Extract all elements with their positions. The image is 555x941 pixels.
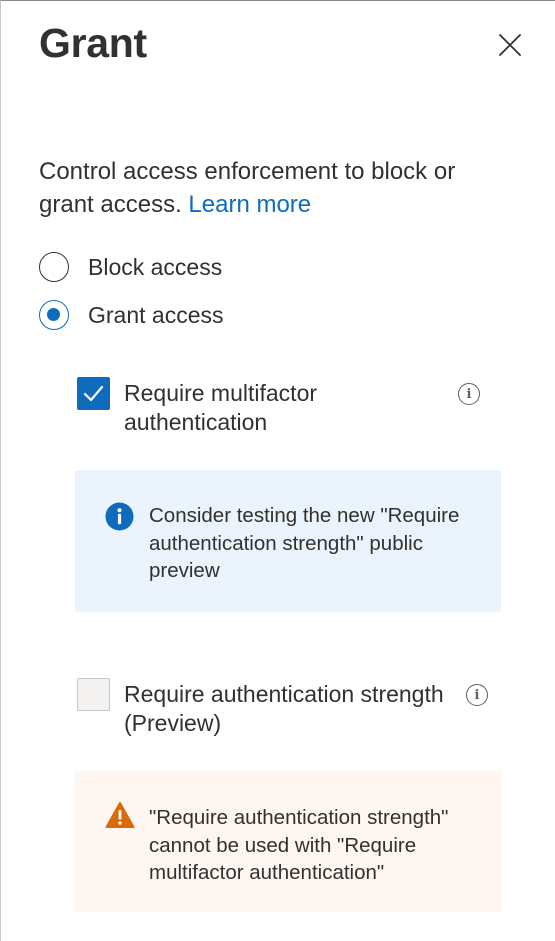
radio-grant-access[interactable]: Grant access xyxy=(39,300,224,330)
info-message-text: Consider testing the new "Require authen… xyxy=(149,504,460,582)
radio-label: Block access xyxy=(88,253,223,280)
radio-block-access[interactable]: Block access xyxy=(39,252,222,282)
info-circle-icon[interactable]: i xyxy=(466,684,488,706)
auth-strength-checkbox[interactable] xyxy=(77,678,110,711)
warning-icon xyxy=(105,802,135,828)
close-button[interactable] xyxy=(492,27,528,63)
close-icon xyxy=(499,34,521,56)
mfa-checkbox[interactable] xyxy=(77,377,110,410)
learn-more-link[interactable]: Learn more xyxy=(188,191,311,218)
info-circle-icon[interactable]: i xyxy=(458,383,480,405)
warning-message-text: "Require authentication strength" cannot… xyxy=(149,806,449,884)
radio-circle[interactable] xyxy=(39,300,69,330)
info-filled-icon xyxy=(105,502,134,531)
radio-circle[interactable] xyxy=(39,252,69,282)
panel-title: Grant xyxy=(39,20,147,66)
info-message-bar: Consider testing the new "Require authen… xyxy=(75,470,501,612)
auth-strength-label: Require authentication strength (Preview… xyxy=(124,681,444,736)
warning-message-bar: "Require authentication strength" cannot… xyxy=(75,771,501,912)
mfa-label: Require multifactor authentication xyxy=(124,380,318,435)
radio-label: Grant access xyxy=(88,301,224,328)
description: Control access enforcement to block or g… xyxy=(39,155,509,221)
checkmark-icon xyxy=(83,385,104,402)
